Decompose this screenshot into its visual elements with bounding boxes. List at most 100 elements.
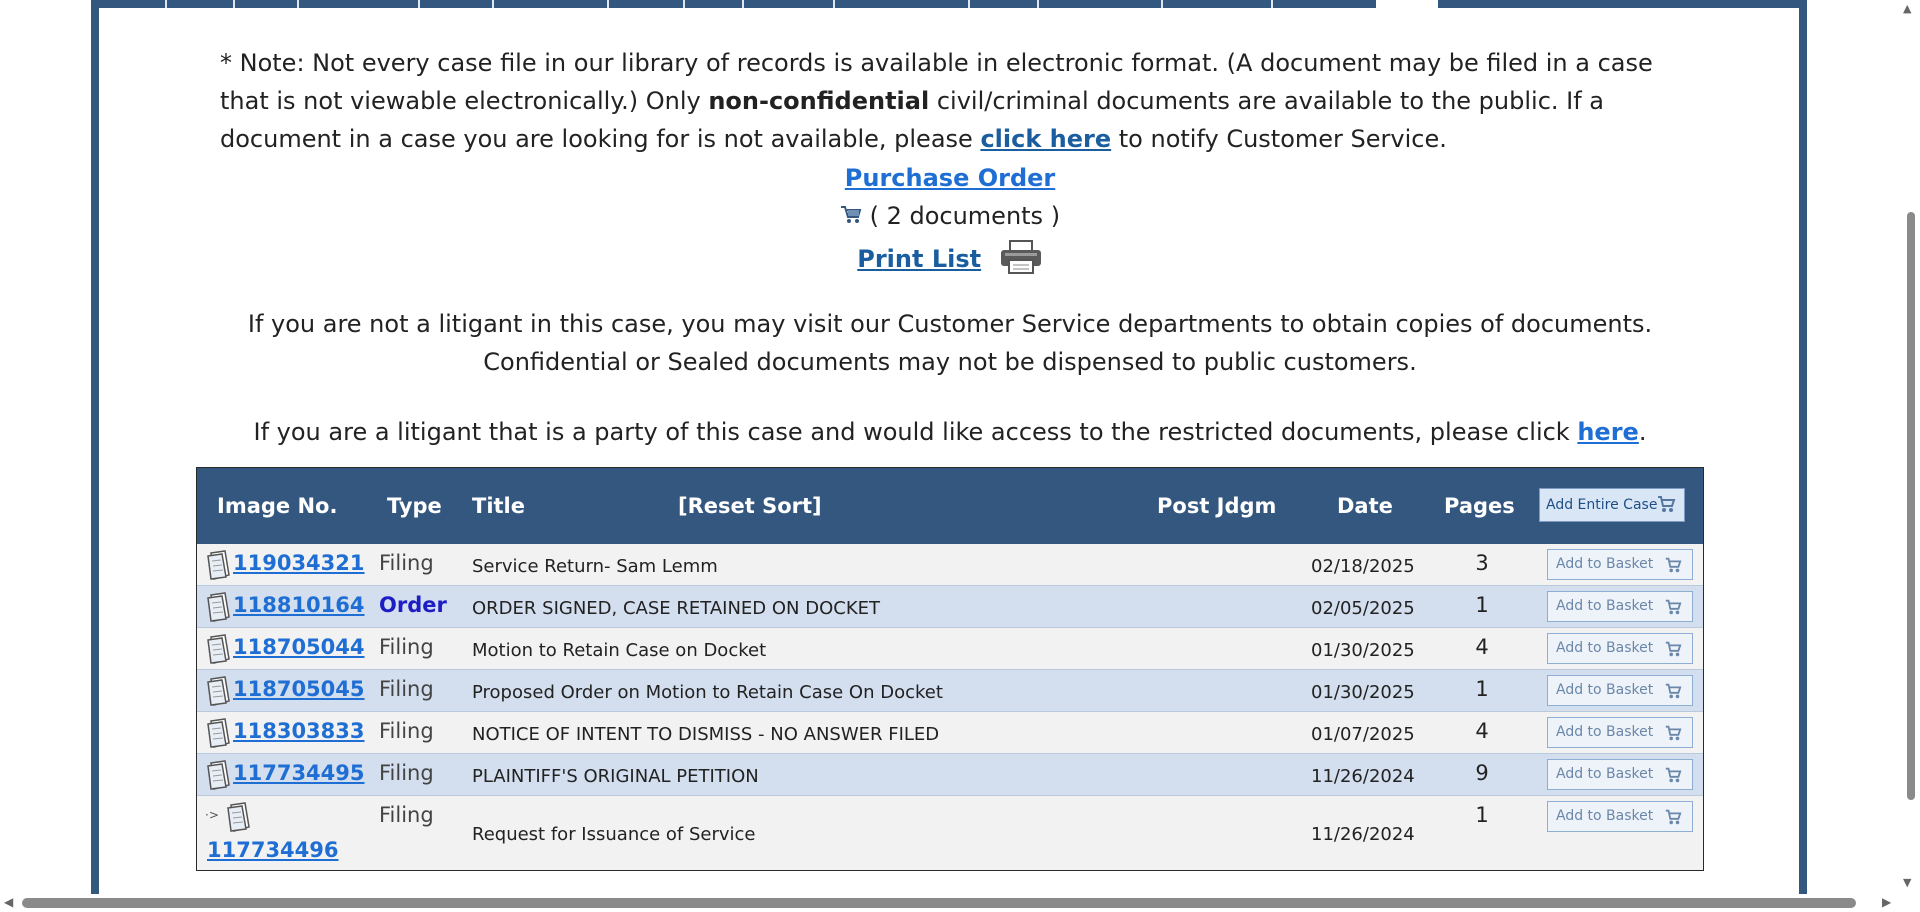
document-count: ( 2 documents )	[869, 202, 1061, 230]
tab-divider	[833, 0, 835, 8]
page-count: 4	[1475, 719, 1489, 743]
party-access-info: If you are a litigant that is a party of…	[100, 418, 1800, 446]
purchase-order-link[interactable]: Purchase Order	[845, 164, 1055, 192]
document-icon[interactable]	[205, 676, 231, 710]
purchase-order-line: Purchase Order	[100, 164, 1800, 192]
add-to-basket-button[interactable]: Add to Basket	[1547, 591, 1693, 622]
scroll-left-arrow[interactable]: ◀	[4, 895, 13, 909]
scroll-up-arrow[interactable]: ▲	[1903, 2, 1911, 15]
header-post-jdgm[interactable]: Post Jdgm	[1157, 494, 1276, 518]
document-title: NOTICE OF INTENT TO DISMISS - NO ANSWER …	[472, 724, 940, 745]
tab-divider	[418, 0, 420, 8]
documents-table: Image No. Type Title [Reset Sort] Post J…	[196, 467, 1704, 871]
table-row: 118303833 Filing NOTICE OF INTENT TO DISMI…	[197, 712, 1703, 754]
add-to-basket-label: Add to Basket	[1556, 598, 1654, 614]
basket-icon	[1664, 598, 1682, 627]
active-tab[interactable]	[1376, 0, 1438, 8]
add-to-basket-button[interactable]: Add to Basket	[1547, 633, 1693, 664]
document-date: 01/30/2025	[1311, 682, 1415, 703]
add-to-basket-label: Add to Basket	[1556, 808, 1654, 824]
print-list-link[interactable]: Print List	[857, 245, 981, 273]
document-icon[interactable]	[225, 802, 251, 836]
header-pages[interactable]: Pages	[1444, 494, 1515, 518]
document-title: PLAINTIFF'S ORIGINAL PETITION	[472, 766, 759, 787]
document-date: 02/05/2025	[1311, 598, 1415, 619]
image-number-link[interactable]: 118705044	[233, 635, 365, 659]
document-icon[interactable]	[205, 718, 231, 752]
add-to-basket-button[interactable]: Add to Basket	[1547, 801, 1693, 832]
document-type: Filing	[379, 635, 434, 659]
scroll-right-arrow[interactable]: ▶	[1882, 895, 1891, 909]
print-list-line: Print List	[100, 240, 1800, 280]
image-number-link[interactable]: 118705045	[233, 677, 365, 701]
table-row: 119034321 Filing Service Return- Sam Lemm 0…	[197, 544, 1703, 586]
header-date[interactable]: Date	[1337, 494, 1393, 518]
document-type: Filing	[379, 761, 434, 785]
table-row: 117734495 Filing PLAINTIFF'S ORIGINAL PETI…	[197, 754, 1703, 796]
row-pointer-icon: ·>	[205, 808, 219, 822]
tab-divider	[492, 0, 494, 8]
printer-icon[interactable]	[999, 240, 1043, 280]
reset-sort-link[interactable]: [Reset Sort]	[678, 494, 822, 518]
image-number-link[interactable]: 117734496	[207, 838, 339, 862]
page-count: 1	[1475, 593, 1489, 617]
document-icon[interactable]	[205, 550, 231, 584]
basket-icon	[1664, 556, 1682, 585]
image-number-link[interactable]: 118810164	[233, 593, 365, 617]
horizontal-scroll-thumb[interactable]	[22, 898, 1856, 908]
non-litigant-info: If you are not a litigant in this case, …	[247, 310, 1653, 376]
tab-divider	[968, 0, 970, 8]
basket-icon	[1664, 766, 1682, 795]
document-date: 11/26/2024	[1311, 766, 1415, 787]
image-number-link[interactable]: 119034321	[233, 551, 365, 575]
document-date: 01/30/2025	[1311, 640, 1415, 661]
scroll-down-arrow[interactable]: ▼	[1903, 876, 1911, 889]
document-date: 02/18/2025	[1311, 556, 1415, 577]
tab-divider	[1161, 0, 1163, 8]
add-to-basket-label: Add to Basket	[1556, 640, 1654, 656]
document-icon[interactable]	[205, 592, 231, 626]
document-title: Request for Issuance of Service	[472, 824, 756, 845]
basket-icon	[1664, 808, 1682, 837]
table-header: Image No. Type Title [Reset Sort] Post J…	[197, 468, 1703, 544]
document-date: 01/07/2025	[1311, 724, 1415, 745]
image-number-link[interactable]: 117734495	[233, 761, 365, 785]
document-icon[interactable]	[205, 760, 231, 794]
note-bold: non-confidential	[708, 87, 930, 115]
page-count: 4	[1475, 635, 1489, 659]
add-to-basket-button[interactable]: Add to Basket	[1547, 549, 1693, 580]
document-count-line: ( 2 documents )	[100, 202, 1800, 231]
add-to-basket-label: Add to Basket	[1556, 556, 1654, 572]
document-icon[interactable]	[205, 634, 231, 668]
table-row: 118705044 Filing Motion to Retain Case on …	[197, 628, 1703, 670]
header-image-no[interactable]: Image No.	[217, 494, 337, 518]
page-count: 9	[1475, 761, 1489, 785]
image-number-link[interactable]: 118303833	[233, 719, 365, 743]
header-title[interactable]: Title	[472, 494, 525, 518]
document-title: Motion to Retain Case on Docket	[472, 640, 767, 661]
add-to-basket-button[interactable]: Add to Basket	[1547, 717, 1693, 748]
add-entire-case-button[interactable]: Add Entire Case	[1539, 488, 1685, 522]
header-type[interactable]: Type	[387, 494, 442, 518]
document-type: Filing	[379, 803, 434, 827]
page-count: 1	[1475, 677, 1489, 701]
table-row: 118810164 Order ORDER SIGNED, CASE RETAINE…	[197, 586, 1703, 628]
vertical-scroll-thumb[interactable]	[1907, 212, 1915, 800]
notify-customer-service-link[interactable]: click here	[980, 125, 1111, 153]
page-count: 1	[1475, 803, 1489, 827]
tab-divider	[297, 0, 299, 8]
tab-divider	[233, 0, 235, 8]
tab-divider	[607, 0, 609, 8]
add-to-basket-label: Add to Basket	[1556, 724, 1654, 740]
add-to-basket-button[interactable]: Add to Basket	[1547, 759, 1693, 790]
tab-divider	[683, 0, 685, 8]
restricted-access-link[interactable]: here	[1577, 418, 1638, 446]
basket-icon	[1664, 640, 1682, 669]
availability-note: * Note: Not every case file in our libra…	[220, 44, 1680, 158]
tab-strip	[91, 0, 1807, 8]
add-to-basket-label: Add to Basket	[1556, 682, 1654, 698]
page-count: 3	[1475, 551, 1489, 575]
basket-icon	[1664, 682, 1682, 711]
add-to-basket-button[interactable]: Add to Basket	[1547, 675, 1693, 706]
document-type: Filing	[379, 677, 434, 701]
